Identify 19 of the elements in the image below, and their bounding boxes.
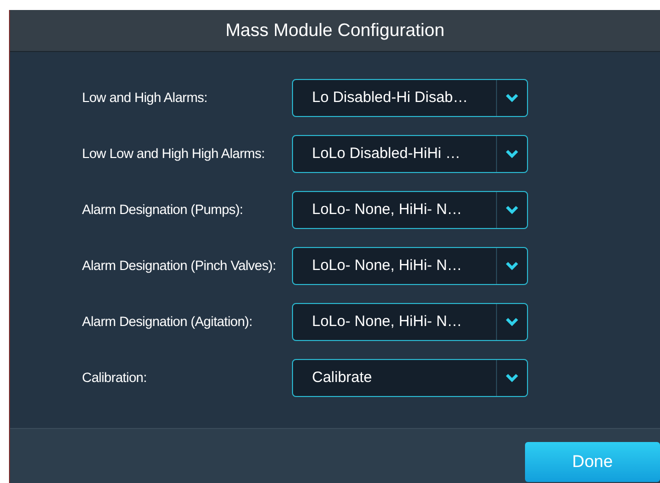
chevron-down-icon	[505, 261, 519, 271]
setting-label: Calibration:	[81, 368, 148, 387]
setting-label: Alarm Designation (Agitation):	[81, 312, 254, 331]
dropdown[interactable]: LoLo- None, HiHi- N…	[292, 247, 528, 285]
setting-label: Low and High Alarms:	[81, 88, 208, 107]
setting-label: Alarm Designation (Pinch Valves):	[81, 256, 277, 275]
dropdown[interactable]: LoLo- None, HiHi- N…	[292, 303, 528, 341]
setting-label: Alarm Designation (Pumps):	[81, 200, 244, 219]
chevron-down-icon	[505, 93, 519, 103]
chevron-down-icon	[505, 373, 519, 383]
dropdown[interactable]: Calibrate	[292, 359, 528, 397]
dialog-title: Mass Module Configuration	[225, 19, 445, 42]
dropdown[interactable]: Lo Disabled-Hi Disab…	[292, 79, 528, 117]
chevron-down-icon	[505, 205, 519, 215]
setting-label: Low Low and High High Alarms:	[81, 144, 266, 163]
chevron-down-icon	[505, 149, 519, 159]
dropdown[interactable]: LoLo- None, HiHi- N…	[292, 191, 528, 229]
chevron-down-icon	[505, 317, 519, 327]
dropdown[interactable]: LoLo Disabled-HiHi …	[292, 135, 528, 173]
